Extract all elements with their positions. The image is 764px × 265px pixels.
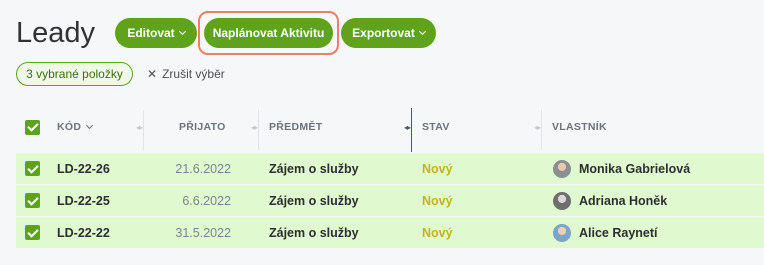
lead-status: Nový <box>422 225 453 240</box>
chevron-down-icon <box>418 27 426 36</box>
column-header-received-label: PŘIJATO <box>179 121 226 133</box>
edit-button-label: Editovat <box>127 26 175 40</box>
column-header-subject-label: PŘEDMĚT <box>269 121 323 133</box>
checkbox-checked-icon <box>25 225 40 240</box>
lead-received-date: 31.5.2022 <box>175 225 231 240</box>
edit-button[interactable]: Editovat <box>115 18 197 48</box>
column-resize-handle[interactable]: ◂▸ <box>534 123 541 132</box>
column-header-code-label: KÓD <box>57 121 82 133</box>
page-title: Leady <box>16 17 96 49</box>
table-row[interactable]: LD-22-25 6.6.2022 Zájem o služby Nový Ad… <box>16 185 764 216</box>
column-resize-handle[interactable]: ◂▸ <box>251 123 258 132</box>
lead-owner[interactable]: Alice Raynetí <box>553 217 658 248</box>
column-header-subject[interactable]: PŘEDMĚT <box>269 104 322 150</box>
checkbox-checked-icon <box>25 119 40 135</box>
column-divider-active[interactable] <box>411 108 412 152</box>
chevron-down-icon <box>86 121 94 130</box>
lead-received-date: 6.6.2022 <box>182 193 231 208</box>
avatar <box>553 223 571 242</box>
lead-subject[interactable]: Zájem o služby <box>269 185 359 216</box>
checkbox-checked-icon <box>25 161 40 176</box>
plan-activity-button-label: Naplánovat Aktivitu <box>212 26 325 40</box>
lead-owner[interactable]: Monika Gabrielová <box>553 153 690 184</box>
column-header-received[interactable]: PŘIJATO <box>179 104 226 150</box>
lead-owner[interactable]: Adriana Honěk <box>553 185 667 216</box>
column-divider <box>541 110 542 150</box>
lead-owner-name: Alice Raynetí <box>579 225 658 240</box>
column-header-status[interactable]: STAV <box>422 104 450 150</box>
lead-status: Nový <box>422 193 453 208</box>
lead-code[interactable]: LD-22-22 <box>57 217 110 248</box>
avatar <box>553 159 571 178</box>
row-checkbox[interactable] <box>25 153 40 184</box>
lead-status: Nový <box>422 161 453 176</box>
lead-code[interactable]: LD-22-26 <box>57 153 110 184</box>
column-resize-handle-active[interactable]: ◂▸ <box>404 123 411 132</box>
chevron-down-icon <box>178 27 186 36</box>
selected-count-badge: 3 vybrané položky <box>16 62 133 86</box>
selected-count-text: 3 vybrané položky <box>26 67 123 81</box>
column-header-owner[interactable]: VLASTNÍK <box>552 104 607 150</box>
table-row[interactable]: LD-22-22 31.5.2022 Zájem o služby Nový A… <box>16 217 764 248</box>
select-all-checkbox[interactable] <box>25 104 40 150</box>
column-header-owner-label: VLASTNÍK <box>552 121 607 133</box>
row-checkbox[interactable] <box>25 185 40 216</box>
column-header-status-label: STAV <box>422 121 450 133</box>
plan-activity-button[interactable]: Naplánovat Aktivitu <box>204 18 333 48</box>
checkbox-checked-icon <box>25 193 40 208</box>
table-row[interactable]: LD-22-26 21.6.2022 Zájem o služby Nový M… <box>16 153 764 184</box>
row-checkbox[interactable] <box>25 217 40 248</box>
column-divider <box>143 110 144 150</box>
avatar <box>553 191 571 210</box>
column-header-code[interactable]: KÓD <box>57 104 94 150</box>
lead-owner-name: Monika Gabrielová <box>579 161 691 176</box>
column-divider <box>258 110 259 150</box>
column-resize-handle[interactable]: ◂▸ <box>136 123 143 132</box>
clear-selection-label: Zrušit výběr <box>162 67 225 81</box>
table-header: KÓD ◂▸ PŘIJATO ◂▸ PŘEDMĚT ◂▸ STAV ◂▸ VLA… <box>16 104 764 152</box>
clear-selection-button[interactable]: ✕ Zrušit výběr <box>147 67 225 81</box>
lead-owner-name: Adriana Honěk <box>579 193 668 208</box>
export-button[interactable]: Exportovat <box>341 18 436 48</box>
lead-subject[interactable]: Zájem o služby <box>269 217 359 248</box>
close-icon: ✕ <box>147 67 158 81</box>
lead-code[interactable]: LD-22-25 <box>57 185 110 216</box>
lead-received-date: 21.6.2022 <box>175 161 231 176</box>
lead-subject[interactable]: Zájem o služby <box>269 153 359 184</box>
export-button-label: Exportovat <box>352 26 415 40</box>
